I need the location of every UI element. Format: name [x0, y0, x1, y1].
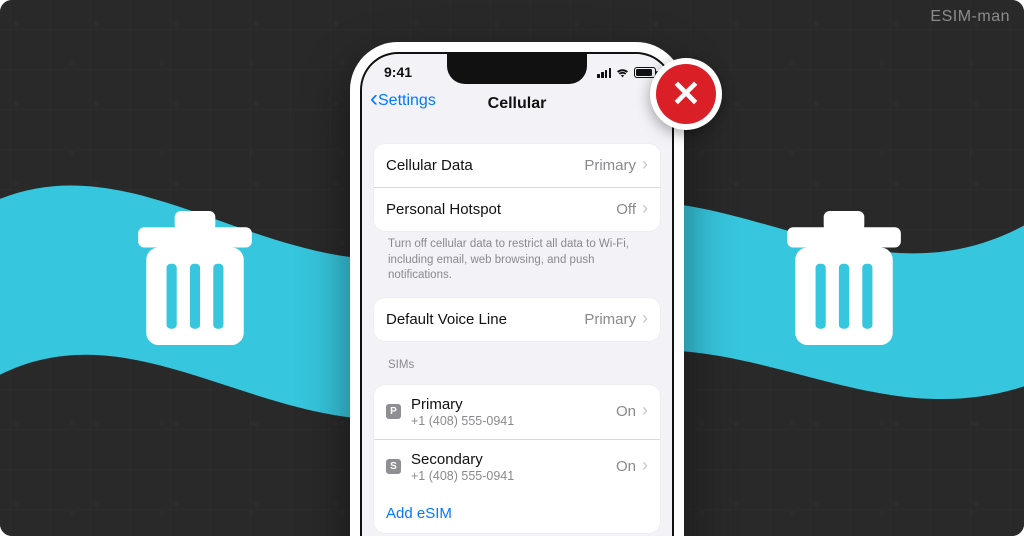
chevron-right-icon: › — [642, 308, 648, 329]
row-sim-primary[interactable]: P Primary +1 (408) 555-0941 On › — [374, 385, 660, 439]
row-sim-secondary[interactable]: S Secondary +1 (408) 555-0941 On › — [374, 439, 660, 494]
cellular-signal-icon — [597, 67, 611, 78]
wifi-icon — [615, 67, 630, 78]
sim-status: On — [616, 403, 636, 420]
group-footer-note: Turn off cellular data to restrict all d… — [374, 231, 660, 284]
row-default-voice-line[interactable]: Default Voice Line Primary › — [374, 298, 660, 341]
chevron-right-icon: › — [642, 198, 648, 219]
group-cellular: Cellular Data Primary › Personal Hotspot… — [374, 144, 660, 231]
row-value: Off — [616, 201, 636, 218]
back-label: Settings — [378, 92, 436, 110]
status-time: 9:41 — [384, 64, 412, 80]
delete-badge: ✕ — [650, 58, 722, 130]
sim-status: On — [616, 458, 636, 475]
row-cellular-data[interactable]: Cellular Data Primary › — [374, 144, 660, 187]
row-label: Default Voice Line — [386, 311, 507, 328]
group-voice: Default Voice Line Primary › — [374, 298, 660, 341]
notch — [447, 54, 587, 84]
row-label: Cellular Data — [386, 157, 473, 174]
sim-name: Secondary — [411, 451, 514, 468]
sim-badge-icon: S — [386, 459, 401, 474]
battery-icon — [634, 67, 656, 78]
watermark-label: ESIM-man — [930, 8, 1010, 26]
row-value: Primary — [584, 157, 636, 174]
row-personal-hotspot[interactable]: Personal Hotspot Off › — [374, 187, 660, 231]
chevron-left-icon: ‹ — [370, 91, 378, 108]
add-esim-button[interactable]: Add eSIM — [374, 494, 660, 533]
trash-icon — [779, 205, 909, 355]
page-title: Cellular — [488, 95, 547, 113]
sim-badge-icon: P — [386, 404, 401, 419]
screen: 9:41 ‹ Settings — [362, 54, 672, 536]
chevron-right-icon: › — [642, 455, 648, 476]
trash-icon — [130, 205, 260, 355]
sim-name: Primary — [411, 396, 514, 413]
back-button[interactable]: ‹ Settings — [370, 92, 436, 110]
sims-section-label: SIMs — [374, 341, 660, 371]
chevron-right-icon: › — [642, 400, 648, 421]
card-stage: ESIM-man ✕ 9:41 — [0, 0, 1024, 536]
sim-phone: +1 (408) 555-0941 — [411, 469, 514, 483]
row-label: Personal Hotspot — [386, 201, 501, 218]
chevron-right-icon: › — [642, 154, 648, 175]
close-x-icon: ✕ — [656, 64, 716, 124]
group-sims: P Primary +1 (408) 555-0941 On › — [374, 385, 660, 533]
nav-bar: ‹ Settings Cellular — [362, 84, 672, 124]
iphone-mockup: 9:41 ‹ Settings — [350, 42, 684, 536]
sim-phone: +1 (408) 555-0941 — [411, 414, 514, 428]
row-value: Primary — [584, 311, 636, 328]
